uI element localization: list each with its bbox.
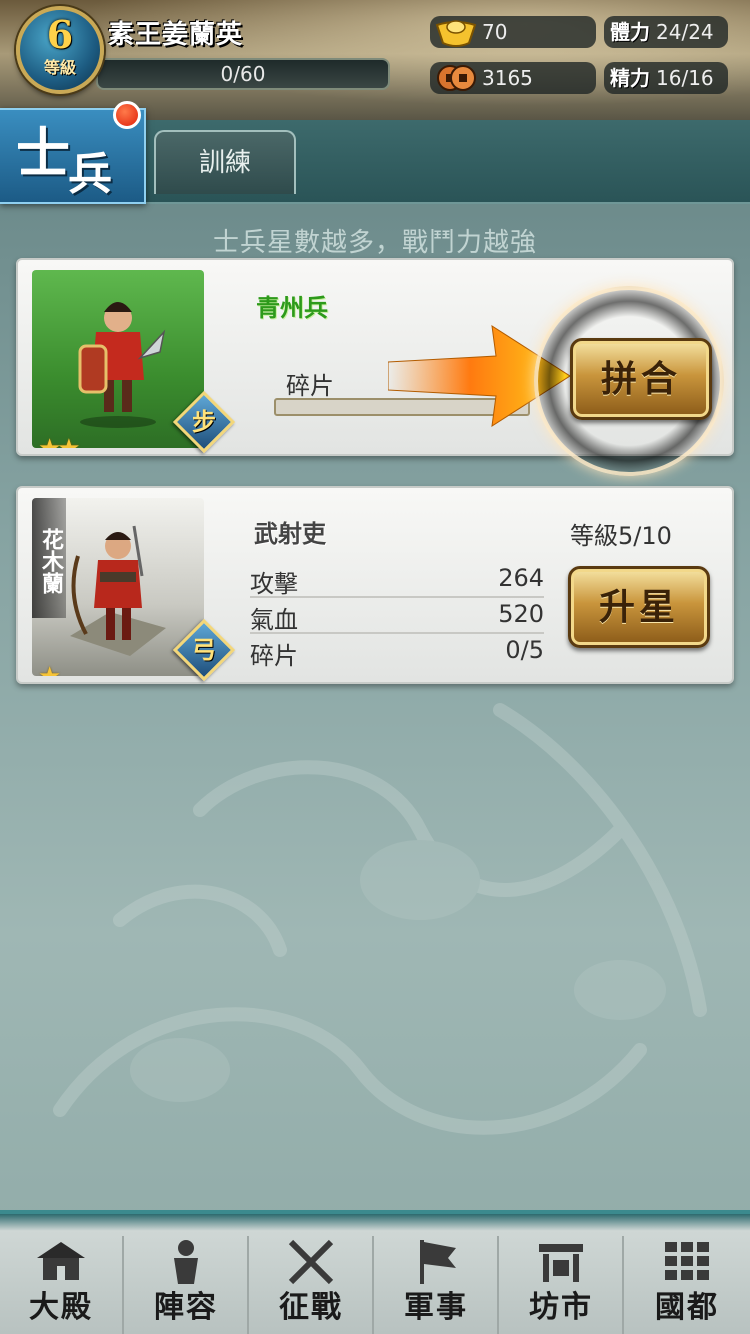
notification-dot [113,101,141,129]
archer-soldier-icon [70,525,166,656]
stamina-resource[interactable]: 體力 24/24 [604,16,728,48]
energy-value: 16/16 [656,66,714,90]
stat-value: 0/5 [505,636,544,664]
unit-card-qingzhou[interactable]: ★★ 步 青州兵 碎片 拼合 [16,258,734,476]
player-level-badge[interactable]: 6 等級 [16,6,104,94]
coin-resource[interactable]: 3165 [430,62,596,94]
tab-training[interactable]: 訓練 [154,130,296,194]
nav-label: 軍事 [404,1290,468,1325]
player-name: 素王姜蘭英 [108,20,244,50]
infantry-soldier-icon [78,302,166,428]
stat-row-hp: 氣血 520 [250,598,544,634]
nav-item-military[interactable]: 軍事 [375,1236,499,1334]
nav-label: 陣容 [154,1290,218,1325]
experience-bar: 0/60 [96,58,390,90]
hero-vertical-name: 花木蘭 [32,498,66,618]
unit-card-archer[interactable]: 花木蘭 ★ 弓 武射吏 等級5/10 攻擊 264 氣血 520 碎片 0/5 … [16,486,734,684]
unit-star-rating: ★ [38,662,61,676]
class-label: 弓 [192,635,216,664]
unit-level-text: 等級5/10 [570,522,672,550]
crossed-swords-icon [288,1239,334,1285]
stamina-value: 24/24 [656,20,714,44]
energy-label: 精力 [610,66,650,90]
hint-text: 士兵星數越多，戰鬥力越強 [212,228,537,258]
fragments-label: 碎片 [286,372,334,400]
city-grid-icon [665,1242,709,1280]
energy-resource[interactable]: 精力 16/16 [604,62,728,94]
gold-value: 70 [482,20,508,44]
page-title-char2: 兵 [68,149,112,200]
nav-label: 征戰 [279,1290,343,1325]
nav-item-palace[interactable]: 大殿 [0,1236,124,1334]
player-level-number: 6 [46,12,74,57]
unit-name: 青州兵 [256,293,328,322]
nav-item-campaign[interactable]: 征戰 [250,1236,374,1334]
stat-value: 520 [498,600,544,628]
player-level-label: 等級 [43,58,76,77]
war-flag-icon [420,1240,456,1284]
combine-button[interactable]: 拼合 [570,338,712,420]
bottom-navigation: 大殿 陣容 征戰 軍事 坊市 國都 [0,1210,750,1334]
stat-label: 碎片 [250,642,298,670]
nav-item-capital[interactable]: 國都 [625,1236,749,1334]
unit-name: 武射吏 [254,519,326,548]
stat-row-attack: 攻擊 264 [250,562,544,598]
market-icon [539,1244,583,1282]
gold-ingot-icon [434,10,478,54]
stamina-label: 體力 [610,20,650,44]
stat-label: 氣血 [250,606,298,634]
unit-star-rating: ★★ [38,434,81,448]
coin-value: 3165 [482,66,533,90]
stat-row-fragments: 碎片 0/5 [250,634,544,670]
top-hud: 6 等級 素王姜蘭英 0/60 70 3165 體力 24/24 精力 16/1… [0,0,750,120]
page-title-char1: 士 [16,121,70,185]
nav-item-lineup[interactable]: 陣容 [125,1236,249,1334]
upgrade-star-button[interactable]: 升星 [568,566,710,648]
gold-resource[interactable]: 70 [430,16,596,48]
palace-icon [37,1242,85,1280]
nav-label: 國都 [655,1290,719,1325]
nav-label: 坊市 [529,1290,593,1325]
stat-value: 264 [498,564,544,592]
class-label: 步 [192,407,216,436]
copper-coin-icon [434,56,478,100]
nav-item-market[interactable]: 坊市 [500,1236,624,1334]
warrior-icon [174,1240,198,1284]
background-swirl-decoration [53,703,707,1135]
nav-label: 大殿 [29,1290,93,1325]
experience-text: 0/60 [220,62,266,86]
stat-label: 攻擊 [250,570,298,598]
